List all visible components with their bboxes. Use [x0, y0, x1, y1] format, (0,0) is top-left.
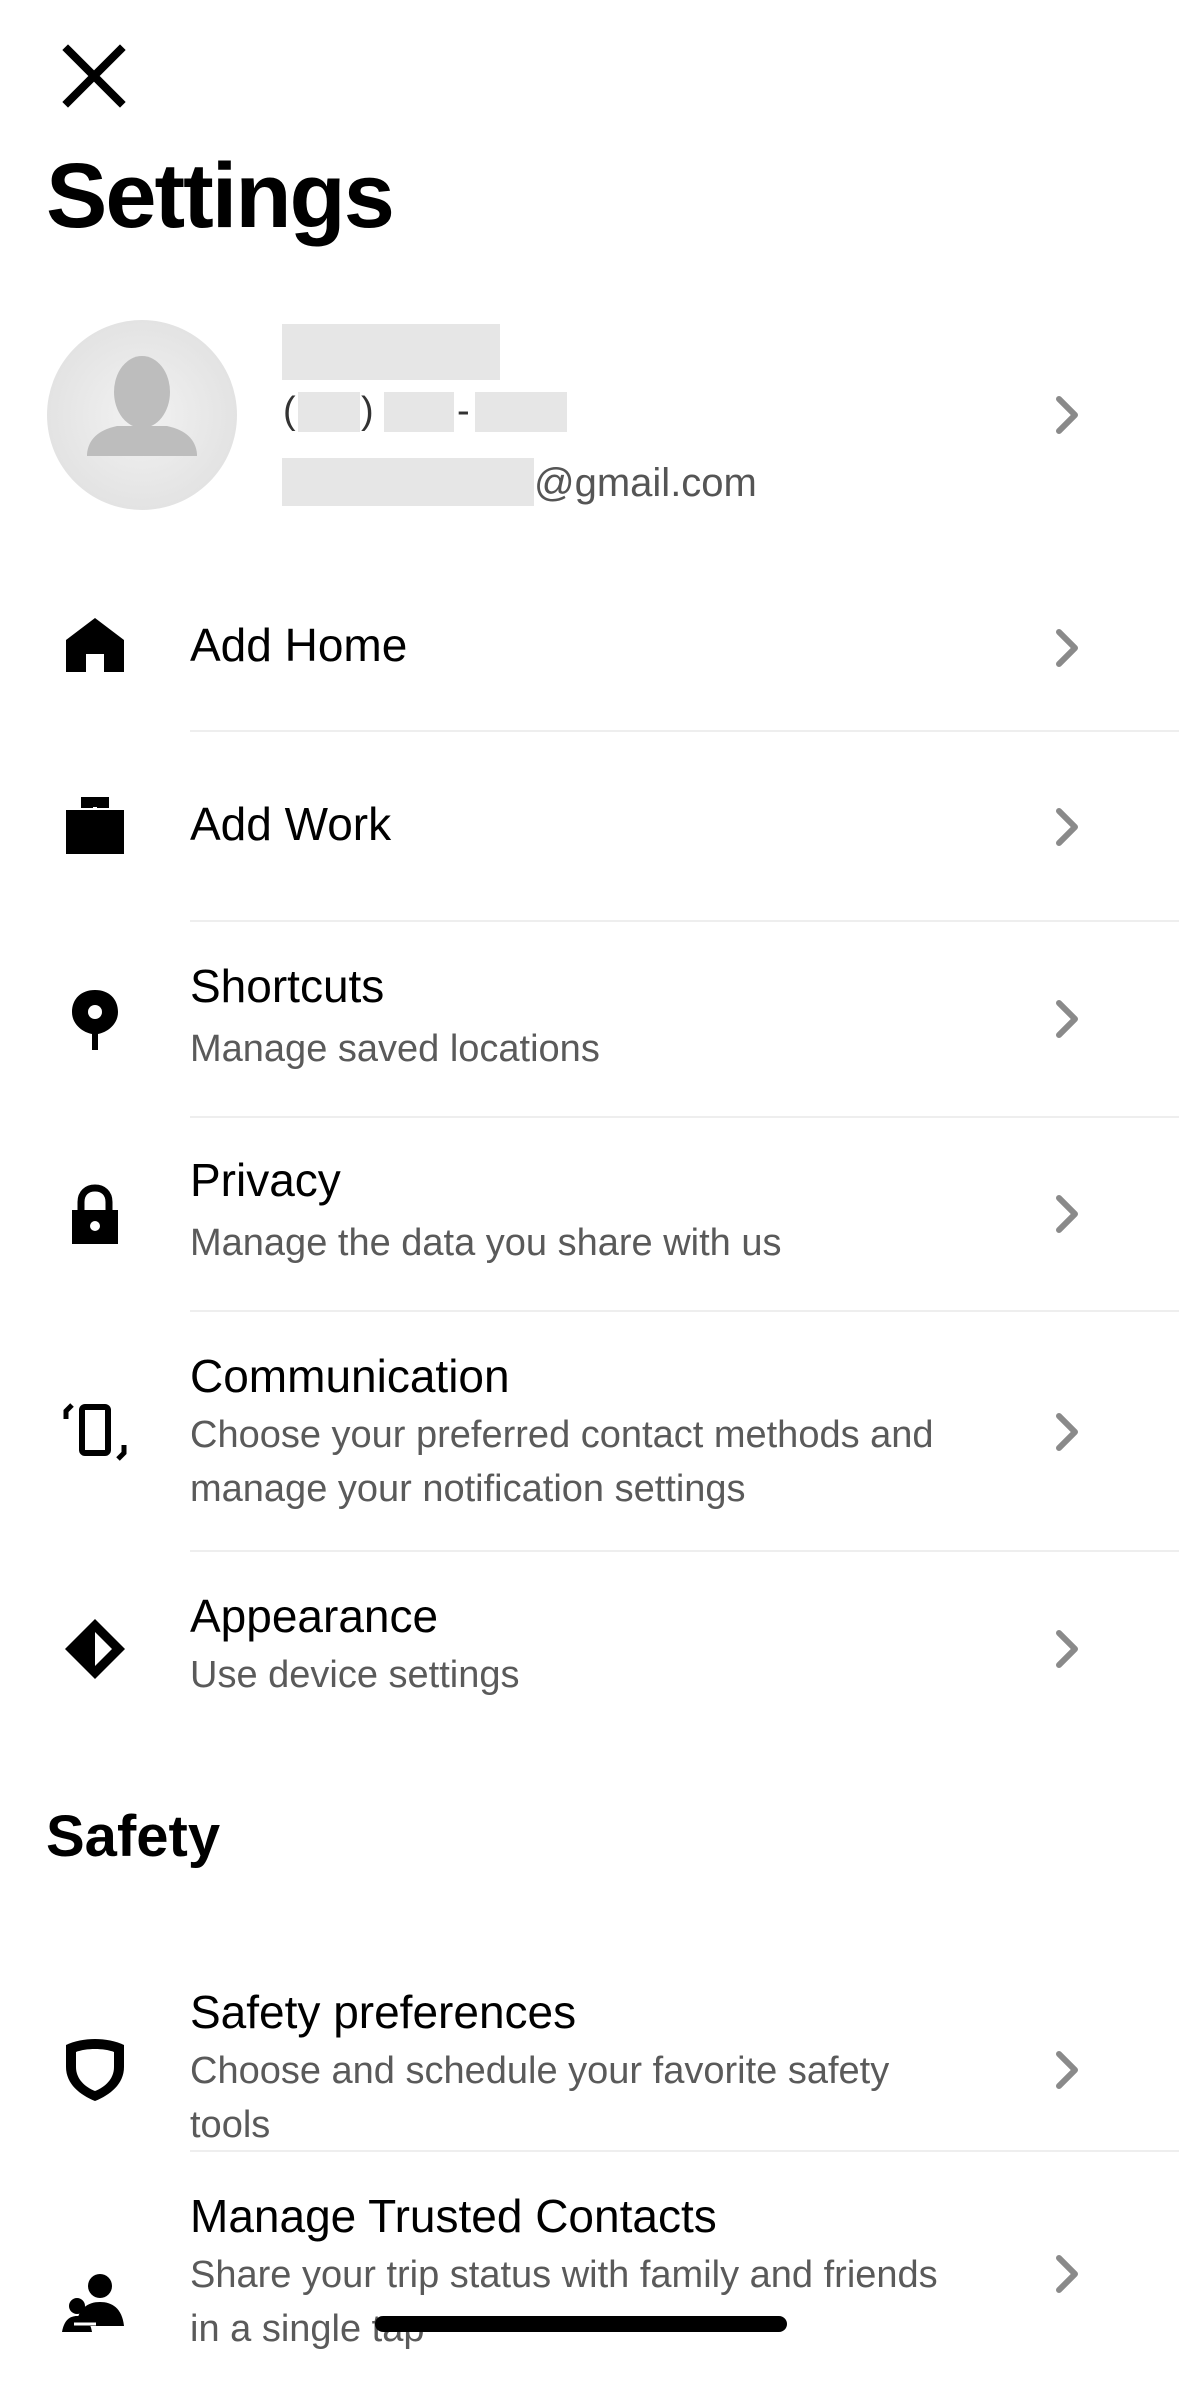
- home-indicator[interactable]: [375, 2316, 787, 2332]
- communication-subtitle: Choose your preferred contact methods an…: [190, 1414, 934, 1510]
- chevron-right-icon: [1056, 1413, 1078, 1451]
- settings-item-shortcuts[interactable]: Shortcuts Manage saved locations: [0, 922, 1179, 1116]
- chevron-right-icon: [1056, 629, 1078, 667]
- home-icon: [66, 618, 124, 672]
- add-work-label: Add Work: [190, 798, 392, 850]
- shortcuts-subtitle: Manage saved locations: [190, 1028, 600, 1070]
- settings-item-trusted-contacts[interactable]: Manage Trusted Contacts Share your trip …: [0, 2152, 1179, 2396]
- safety-preferences-label: Safety preferences: [190, 1986, 577, 2038]
- phone-dash: -: [457, 390, 470, 432]
- avatar: [47, 320, 237, 510]
- section-title-safety: Safety: [46, 1804, 221, 1869]
- chevron-right-icon: [1056, 1195, 1078, 1233]
- close-button[interactable]: [58, 40, 130, 112]
- chevron-right-icon: [1056, 808, 1078, 846]
- trusted-contacts-subtitle: Share your trip status with family and f…: [190, 2254, 938, 2350]
- chevron-right-icon: [1056, 2051, 1078, 2089]
- settings-item-safety-preferences[interactable]: Safety preferences Choose and schedule y…: [0, 1948, 1179, 2150]
- profile-card[interactable]: ( ) - @gmail.com: [0, 320, 1179, 510]
- phone-paren-open: (: [283, 390, 296, 432]
- phone-area-redacted: [298, 392, 360, 432]
- phone-prefix-redacted: [384, 392, 454, 432]
- chevron-right-icon: [1056, 1000, 1078, 1038]
- name-redacted: [282, 324, 500, 380]
- phone-line-redacted: [475, 392, 567, 432]
- settings-item-privacy[interactable]: Privacy Manage the data you share with u…: [0, 1118, 1179, 1310]
- chevron-right-icon: [1056, 1630, 1078, 1668]
- privacy-label: Privacy: [190, 1154, 341, 1206]
- chevron-right-icon: [1056, 396, 1078, 434]
- settings-item-communication[interactable]: Communication Choose your preferred cont…: [0, 1312, 1179, 1550]
- safety-preferences-subtitle: Choose and schedule your favorite safety…: [190, 2050, 890, 2146]
- email-suffix: @gmail.com: [534, 461, 757, 505]
- people-icon: [62, 2274, 124, 2332]
- shield-icon: [66, 2039, 124, 2101]
- settings-item-add-home[interactable]: Add Home: [0, 565, 1179, 730]
- communication-label: Communication: [190, 1350, 510, 1402]
- trusted-contacts-label: Manage Trusted Contacts: [190, 2190, 717, 2242]
- settings-item-appearance[interactable]: Appearance Use device settings: [0, 1552, 1179, 1752]
- chevron-right-icon: [1056, 2255, 1078, 2293]
- location-pin-icon: [72, 990, 118, 1050]
- shortcuts-label: Shortcuts: [190, 960, 385, 1012]
- appearance-subtitle: Use device settings: [190, 1654, 520, 1696]
- email-user-redacted: [282, 458, 534, 506]
- settings-item-add-work[interactable]: Add Work: [0, 732, 1179, 920]
- add-home-label: Add Home: [190, 619, 408, 671]
- appearance-label: Appearance: [190, 1590, 439, 1642]
- close-icon: [62, 44, 126, 108]
- contrast-diamond-icon: [65, 1619, 125, 1679]
- phone-paren-close: ): [361, 390, 374, 432]
- phone-ringing-icon: [63, 1403, 127, 1461]
- privacy-subtitle: Manage the data you share with us: [190, 1222, 782, 1264]
- page-title: Settings: [46, 145, 395, 247]
- briefcase-icon: [66, 797, 124, 854]
- lock-icon: [72, 1184, 118, 1244]
- user-silhouette-icon: [87, 356, 197, 456]
